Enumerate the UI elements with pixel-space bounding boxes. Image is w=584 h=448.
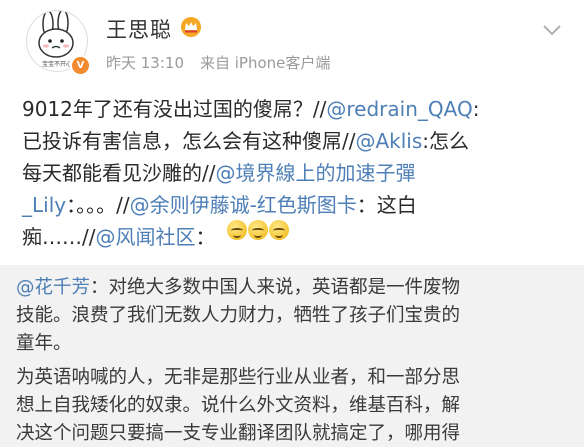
mention-link[interactable]: @境界線上的加速子彈 xyxy=(215,161,415,185)
mention-link[interactable]: @风闻社区 xyxy=(95,225,195,249)
text-segment: 为英语呐喊的人，无非是那些行业从业者，和一部分思 xyxy=(16,367,461,388)
repost-text-line: 想上自我矮化的奴隶。说什么外文资料，维基百科，解 xyxy=(16,392,460,420)
emoji-group xyxy=(227,220,289,240)
post-text-line: 已投诉有害信息，怎么会有这种傻屌//@Aklis:怎么 xyxy=(22,125,469,157)
repost-text-line: 为英语呐喊的人，无非是那些行业从业者，和一部分思 xyxy=(16,364,460,392)
grin-emoji-icon xyxy=(269,220,289,240)
text-segment: ：这白 xyxy=(356,193,417,217)
repost-text-line: @花千芳：对绝大多数中国人来说，英语都是一件废物 xyxy=(16,274,460,302)
mention-link[interactable]: _Lily xyxy=(22,193,66,217)
mention-link[interactable]: @花千芳 xyxy=(16,277,90,298)
username[interactable]: 王思聪 xyxy=(106,14,172,44)
text-segment: 决这个问题只要搞一支专业翻译团队就搞定了，哪用得 xyxy=(16,423,461,444)
text-segment: 痴……// xyxy=(22,225,96,249)
post-source[interactable]: 来自 iPhone客户端 xyxy=(200,54,330,72)
text-segment: : xyxy=(472,97,480,121)
post-time: 昨天 13:10 xyxy=(106,54,184,72)
post-text-line: 每天都能看见沙雕的//@境界線上的加速子彈 xyxy=(22,157,415,189)
text-segment: 9012年了还有没出过国的傻屌？// xyxy=(22,97,327,121)
grin-emoji-icon xyxy=(227,220,247,240)
post-text-line: _Lily：。。。//@余则伊藤诚-红色斯图卡：这白 xyxy=(22,189,417,221)
post-text-line: 痴……//@风闻社区： xyxy=(22,221,215,253)
text-segment: 技能。浪费了我们无数人力财力，牺牲了孩子们宝贵的 xyxy=(16,305,461,326)
mention-link[interactable]: @Aklis xyxy=(355,129,422,153)
text-segment: 想上自我矮化的奴隶。说什么外文资料，维基百科，解 xyxy=(16,395,461,416)
repost-text-line: 决这个问题只要搞一支专业翻译团队就搞定了，哪用得 xyxy=(16,420,460,448)
text-segment: ： xyxy=(195,225,216,249)
chevron-down-icon[interactable] xyxy=(540,22,564,38)
member-crown-icon[interactable] xyxy=(180,16,202,38)
avatar-caption: 宝宝不开心 xyxy=(42,60,72,68)
post-text-line: 9012年了还有没出过国的傻屌？//@redrain_QAQ: xyxy=(22,93,479,125)
text-segment: :怎么 xyxy=(422,129,470,153)
text-segment: 每天都能看见沙雕的// xyxy=(22,161,216,185)
grin-emoji-icon xyxy=(248,220,268,240)
text-segment: 已投诉有害信息，怎么会有这种傻屌// xyxy=(22,129,356,153)
mention-link[interactable]: @redrain_QAQ xyxy=(326,97,472,121)
text-segment: 童年。 xyxy=(16,333,72,354)
post-meta: 昨天 13:10 来自 iPhone客户端 xyxy=(106,52,330,73)
repost-text-line: 技能。浪费了我们无数人力财力，牺牲了孩子们宝贵的 xyxy=(16,302,460,330)
text-segment: ：对绝大多数中国人来说，英语都是一件废物 xyxy=(90,277,461,298)
verified-badge-icon: V xyxy=(70,55,91,76)
repost-text-line: 童年。 xyxy=(16,330,72,358)
text-segment: ：。。。// xyxy=(66,193,130,217)
mention-link[interactable]: @余则伊藤诚-红色斯图卡 xyxy=(130,193,357,217)
